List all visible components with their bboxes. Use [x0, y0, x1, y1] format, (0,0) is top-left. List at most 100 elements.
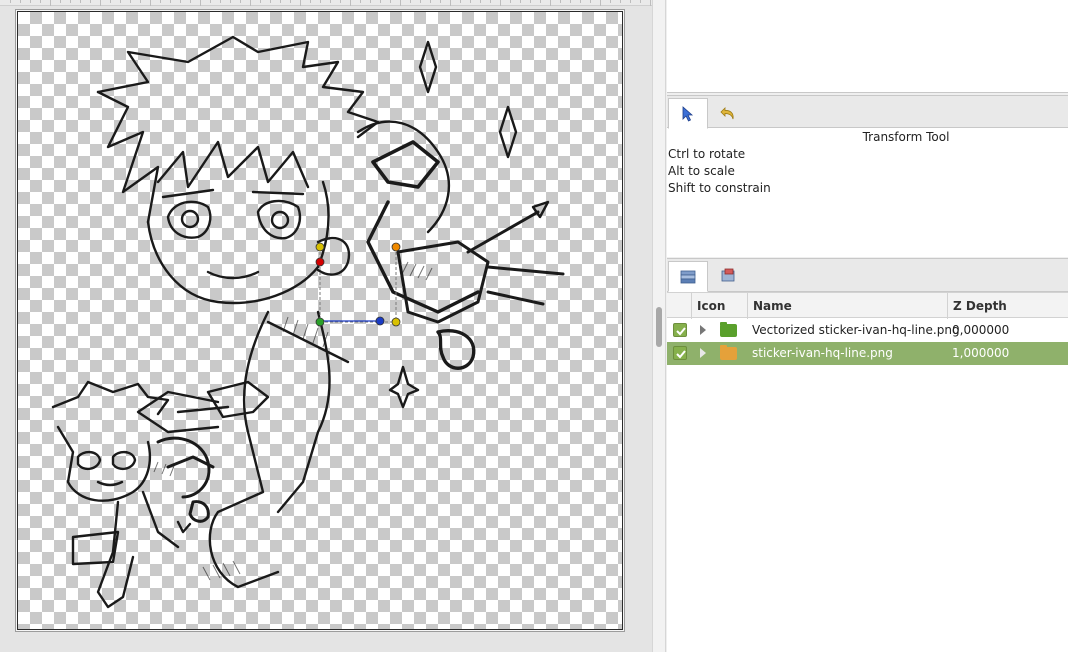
ruler-tick — [280, 0, 281, 3]
ruler-tick — [430, 0, 431, 3]
ruler-tick — [530, 0, 531, 3]
layer-row[interactable]: Vectorized sticker-ivan-hq-line.png 0,00… — [667, 319, 1068, 342]
ruler-tick — [420, 0, 421, 3]
layer-name[interactable]: Vectorized sticker-ivan-hq-line.png — [752, 319, 960, 342]
ruler-tick — [410, 0, 411, 3]
ruler-tick — [380, 0, 381, 3]
line-art-drawing — [51, 35, 565, 609]
layers-table-header: Icon Name Z Depth — [667, 292, 1068, 319]
ruler-tick — [250, 0, 251, 6]
layers-panel-tabbar — [667, 259, 1068, 292]
layer-row-selected[interactable]: sticker-ivan-hq-line.png 1,000000 — [667, 342, 1068, 365]
column-header-name[interactable]: Name — [747, 293, 947, 319]
ruler-tick — [150, 0, 151, 6]
canvas-area[interactable] — [0, 0, 652, 652]
hint-constrain: Shift to constrain — [668, 181, 771, 195]
ruler-tick — [160, 0, 161, 3]
ruler-tick — [450, 0, 451, 6]
ruler-tick — [460, 0, 461, 3]
layer-visibility-checkbox[interactable] — [673, 346, 687, 360]
layers-panel: Icon Name Z Depth Vectorized sticker-iva… — [667, 258, 1068, 652]
ruler-tick — [440, 0, 441, 3]
ruler-tick — [620, 0, 621, 3]
ruler-tick — [360, 0, 361, 3]
ruler-tick — [120, 0, 121, 3]
ruler-tick — [610, 0, 611, 3]
ruler-tick — [630, 0, 631, 3]
layer-name[interactable]: sticker-ivan-hq-line.png — [752, 342, 893, 365]
ruler-tick — [470, 0, 471, 3]
tool-title: Transform Tool — [862, 130, 950, 144]
ruler-tick — [390, 0, 391, 3]
canvas-vertical-scrollbar[interactable] — [652, 0, 666, 652]
drawing-canvas[interactable] — [17, 11, 623, 630]
ruler-tick — [110, 0, 111, 3]
ruler-tick — [130, 0, 131, 3]
empty-panel — [667, 0, 1068, 93]
ruler-tick — [30, 0, 31, 3]
ruler-tick — [170, 0, 171, 3]
ruler-tick — [510, 0, 511, 3]
tab-tool-options[interactable] — [668, 98, 708, 129]
ruler-tick — [140, 0, 141, 3]
ruler-tick — [270, 0, 271, 3]
ruler-tick — [230, 0, 231, 3]
ruler-tick — [540, 0, 541, 3]
ruler-tick — [300, 0, 301, 6]
layers-icon — [680, 270, 696, 283]
ruler-tick — [80, 0, 81, 3]
hint-rotate: Ctrl to rotate — [668, 147, 746, 161]
ruler-tick — [220, 0, 221, 3]
ruler-tick — [560, 0, 561, 3]
right-dock: Transform Tool Ctrl to rotate Alt to sca… — [667, 0, 1068, 652]
tab-layers[interactable] — [668, 261, 708, 292]
ruler-tick — [90, 0, 91, 3]
ruler-tick — [200, 0, 201, 6]
ruler-tick — [480, 0, 481, 3]
checkmark-icon — [676, 350, 686, 359]
ruler-tick — [210, 0, 211, 3]
arrow-pointer-icon — [682, 105, 694, 122]
tab-library[interactable] — [708, 261, 748, 291]
layer-z-depth: 0,000000 — [952, 323, 1010, 337]
tool-options-panel: Transform Tool Ctrl to rotate Alt to sca… — [667, 95, 1068, 257]
ruler-tick — [600, 0, 601, 6]
undo-history-icon — [720, 107, 734, 120]
ruler-tick — [60, 0, 61, 3]
ruler-tick — [330, 0, 331, 3]
ruler-tick — [290, 0, 291, 3]
library-icon — [721, 268, 735, 282]
ruler-tick — [50, 0, 51, 6]
ruler-tick — [20, 0, 21, 3]
tab-history[interactable] — [708, 98, 748, 128]
ruler-tick — [70, 0, 71, 3]
horizontal-ruler — [0, 0, 652, 6]
ruler-tick — [10, 0, 11, 3]
column-header-z-depth[interactable]: Z Depth — [947, 293, 1068, 319]
ruler-tick — [320, 0, 321, 3]
ruler-tick — [350, 0, 351, 6]
ruler-tick — [370, 0, 371, 3]
column-header-icon[interactable]: Icon — [691, 293, 747, 319]
checkmark-icon — [676, 327, 686, 336]
image-folder-icon — [720, 345, 737, 360]
scrollbar-thumb[interactable] — [656, 307, 662, 347]
ruler-tick — [100, 0, 101, 6]
layer-z-depth: 1,000000 — [952, 346, 1010, 360]
ruler-tick — [340, 0, 341, 3]
expand-arrow-icon[interactable] — [700, 348, 706, 358]
ruler-tick — [190, 0, 191, 3]
ruler-tick — [550, 0, 551, 6]
ruler-tick — [180, 0, 181, 3]
ruler-tick — [650, 0, 651, 6]
layer-visibility-checkbox[interactable] — [673, 323, 687, 337]
ruler-tick — [310, 0, 311, 3]
expand-arrow-icon[interactable] — [700, 325, 706, 335]
ruler-tick — [590, 0, 591, 3]
ruler-tick — [490, 0, 491, 3]
ruler-tick — [260, 0, 261, 3]
ruler-tick — [240, 0, 241, 3]
ruler-tick — [520, 0, 521, 3]
ruler-tick — [570, 0, 571, 3]
synfig-window: Transform Tool Ctrl to rotate Alt to sca… — [0, 0, 1068, 652]
